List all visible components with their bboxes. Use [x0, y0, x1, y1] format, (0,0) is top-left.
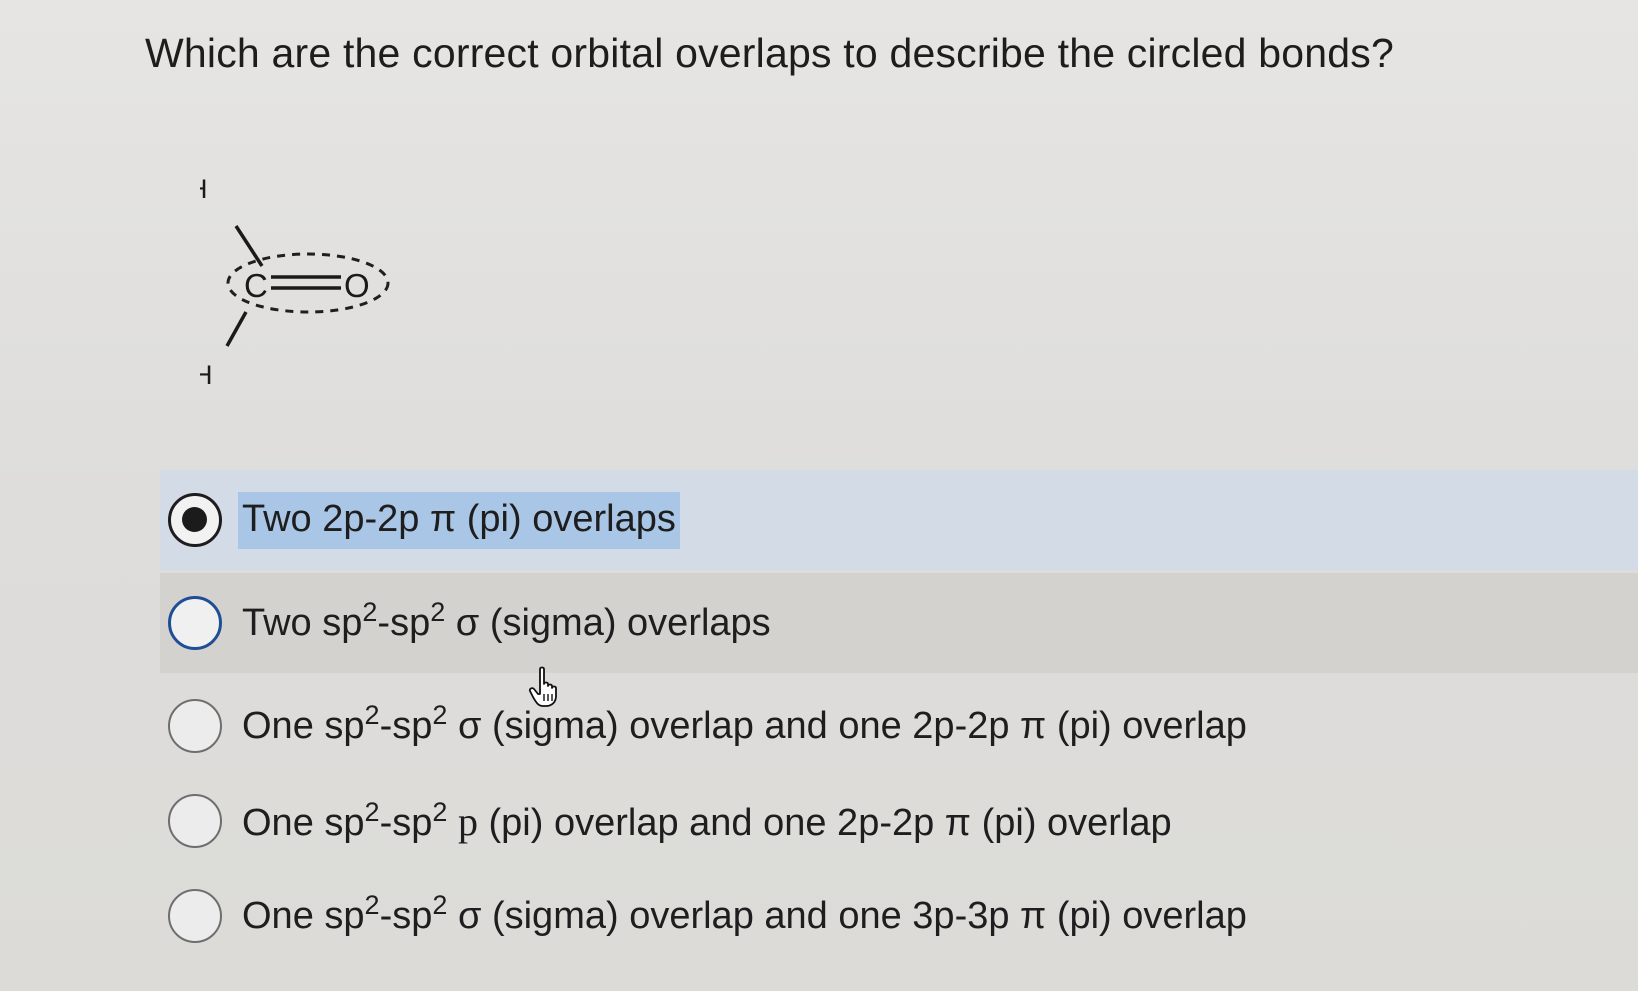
option-label: One sp2-sp2 σ (sigma) overlap and one 3p…	[242, 889, 1247, 937]
option-label: Two 2p-2p π (pi) overlaps	[238, 491, 680, 549]
option-label: Two sp2-sp2 σ (sigma) overlaps	[242, 596, 771, 644]
radio-checked-icon[interactable]	[168, 493, 222, 547]
option-sigma-and-3p-pi[interactable]: One sp2-sp2 σ (sigma) overlap and one 3p…	[160, 866, 1638, 966]
radio-unchecked-icon[interactable]	[168, 794, 222, 848]
option-two-pi-overlaps[interactable]: Two 2p-2p π (pi) overlaps	[160, 470, 1638, 570]
c-h-bond-bottom	[225, 311, 248, 347]
question-text: Which are the correct orbital overlaps t…	[145, 30, 1394, 76]
option-two-sigma-overlaps[interactable]: Two sp2-sp2 σ (sigma) overlaps	[160, 573, 1638, 673]
oxygen-label: O	[344, 267, 370, 304]
hand-pointer-cursor-icon	[528, 666, 557, 707]
radio-unchecked-icon[interactable]	[168, 596, 222, 650]
hydrogen-bottom-label: H	[200, 360, 213, 390]
carbon-label: C	[244, 267, 268, 304]
c-h-bond-top	[234, 225, 264, 267]
formaldehyde-structure: H H C O	[200, 174, 390, 390]
option-label: One sp2-sp2 p (pi) overlap and one 2p-2p…	[242, 796, 1172, 844]
radio-unchecked-icon[interactable]	[168, 889, 222, 943]
hydrogen-top-label: H	[200, 174, 208, 204]
option-sp2-p-pi-and-2p-pi[interactable]: One sp2-sp2 p (pi) overlap and one 2p-2p…	[160, 771, 1638, 871]
radio-unchecked-icon[interactable]	[168, 699, 222, 753]
option-sigma-and-2p-pi[interactable]: One sp2-sp2 σ (sigma) overlap and one 2p…	[160, 676, 1638, 776]
option-label: One sp2-sp2 σ (sigma) overlap and one 2p…	[242, 699, 1247, 747]
